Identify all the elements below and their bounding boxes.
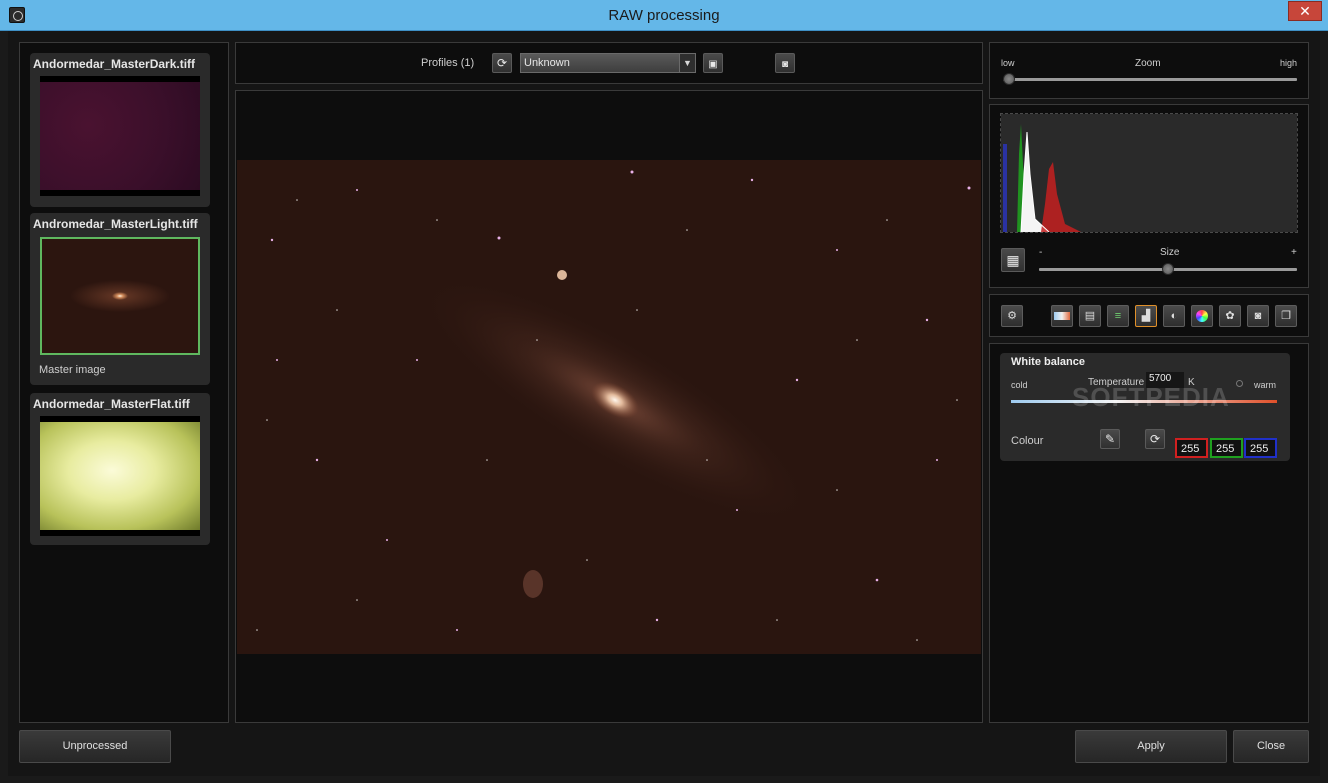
- size-plus-label: +: [1291, 247, 1297, 258]
- palette-icon: ✿: [1225, 310, 1235, 322]
- tools-panel: ⚙ ▤ ≡ ▟ ◐ ✿ ◙ ❐: [989, 294, 1309, 337]
- gear-icon: ⚙: [1007, 310, 1017, 322]
- histogram-chart: [1000, 113, 1298, 233]
- white-balance-title: White balance: [1011, 356, 1085, 368]
- size-slider-knob[interactable]: [1162, 263, 1174, 275]
- size-title: Size: [1160, 247, 1180, 258]
- zoom-slider-track[interactable]: [1003, 78, 1297, 81]
- histogram-grid-toggle[interactable]: ▦: [1001, 248, 1025, 272]
- profiles-toolbar: Profiles (1) ⟳ Unknown ▼ ▣ ◙: [235, 42, 983, 84]
- colour-label: Colour: [1011, 435, 1044, 447]
- frame-name: Andormedar_MasterFlat.tiff: [33, 397, 190, 411]
- window-close-button[interactable]: ✕: [1288, 1, 1322, 21]
- frame-card-dark[interactable]: Andormedar_MasterDark.tiff: [30, 53, 210, 207]
- title-bar: RAW processing ✕: [0, 0, 1328, 31]
- zoom-slider-knob[interactable]: [1003, 73, 1015, 85]
- eyedropper-button[interactable]: ✎: [1100, 429, 1120, 449]
- camera-tool-button[interactable]: ◙: [1247, 305, 1269, 327]
- frame-card-light[interactable]: Andromedar_MasterLight.tiff Master image: [30, 213, 210, 385]
- histogram-icon: ▟: [1141, 310, 1151, 322]
- close-button[interactable]: Close: [1233, 730, 1309, 763]
- flat-frame-thumbnail[interactable]: [40, 416, 200, 536]
- channels-tool-button[interactable]: ≡: [1107, 305, 1129, 327]
- blue-value-input[interactable]: 255: [1244, 438, 1277, 458]
- rgb-lines-icon: ≡: [1114, 310, 1122, 322]
- histogram-panel: ▦ - Size +: [989, 104, 1309, 288]
- zoom-panel: low Zoom high: [989, 42, 1309, 99]
- warm-label: warm: [1254, 380, 1276, 390]
- contrast-icon: ◐: [1170, 310, 1178, 322]
- reset-colour-button[interactable]: ⟳: [1145, 429, 1165, 449]
- zoom-high-label: high: [1280, 58, 1298, 68]
- save-profile-button[interactable]: ▣: [703, 53, 723, 73]
- refresh-icon: ⟳: [1149, 432, 1161, 446]
- gradient-icon: [1054, 312, 1070, 321]
- frame-name: Andormedar_MasterDark.tiff: [33, 57, 196, 71]
- white-balance-tool-button[interactable]: [1051, 305, 1073, 327]
- preview-panel: [235, 90, 983, 723]
- size-minus-label: -: [1039, 247, 1043, 258]
- white-balance-card: White balance cold Temperature 5700 K wa…: [1000, 353, 1290, 461]
- eyedropper-icon: ✎: [1104, 432, 1116, 446]
- contrast-tool-button[interactable]: ◐: [1163, 305, 1185, 327]
- refresh-profiles-button[interactable]: ⟳: [492, 53, 512, 73]
- color-wheel-tool-button[interactable]: [1191, 305, 1213, 327]
- frame-card-flat[interactable]: Andormedar_MasterFlat.tiff: [30, 393, 210, 545]
- watermark: SOFTPEDIA: [1072, 382, 1230, 412]
- zoom-title: Zoom: [1135, 58, 1161, 69]
- settings-button[interactable]: ⚙: [1001, 305, 1023, 327]
- color-wheel-icon: [1196, 310, 1208, 323]
- reset-temperature-icon[interactable]: [1236, 380, 1243, 387]
- scale-icon: ▤: [1084, 310, 1096, 322]
- apply-button[interactable]: Apply: [1075, 730, 1227, 763]
- galaxy-image: [256, 170, 971, 641]
- client-area: Andormedar_MasterDark.tiff Andromedar_Ma…: [8, 31, 1320, 776]
- light-frame-thumbnail[interactable]: [40, 237, 200, 355]
- green-value-input[interactable]: 255: [1210, 438, 1243, 458]
- frames-panel: Andormedar_MasterDark.tiff Andromedar_Ma…: [19, 42, 229, 723]
- unprocessed-button[interactable]: Unprocessed: [19, 730, 171, 763]
- red-value-input[interactable]: 255: [1175, 438, 1208, 458]
- snapshot-button[interactable]: ◙: [775, 53, 795, 73]
- grid-icon: ▦: [1006, 252, 1020, 268]
- palette-tool-button[interactable]: ✿: [1219, 305, 1241, 327]
- window-title: RAW processing: [608, 7, 720, 24]
- frame-caption: Master image: [39, 364, 106, 376]
- chevron-down-icon[interactable]: ▼: [679, 54, 695, 72]
- profile-select-value: Unknown: [524, 57, 570, 69]
- refresh-icon: ⟳: [496, 56, 508, 70]
- preview-image[interactable]: [237, 160, 981, 654]
- camera-icon: ◙: [781, 59, 789, 70]
- adjustment-panel: White balance cold Temperature 5700 K wa…: [989, 343, 1309, 723]
- camera-icon: ◙: [1254, 310, 1262, 322]
- save-icon: ▣: [708, 59, 718, 70]
- frame-name: Andromedar_MasterLight.tiff: [33, 217, 198, 231]
- dark-frame-thumbnail[interactable]: [40, 76, 200, 196]
- histogram-tool-button[interactable]: ▟: [1135, 305, 1157, 327]
- export-tool-button[interactable]: ❐: [1275, 305, 1297, 327]
- cold-label: cold: [1011, 380, 1028, 390]
- profiles-label: Profiles (1): [421, 57, 475, 69]
- zoom-low-label: low: [1001, 58, 1015, 68]
- profile-select[interactable]: Unknown ▼: [520, 53, 696, 73]
- scale-tool-button[interactable]: ▤: [1079, 305, 1101, 327]
- layers-icon: ❐: [1281, 310, 1291, 322]
